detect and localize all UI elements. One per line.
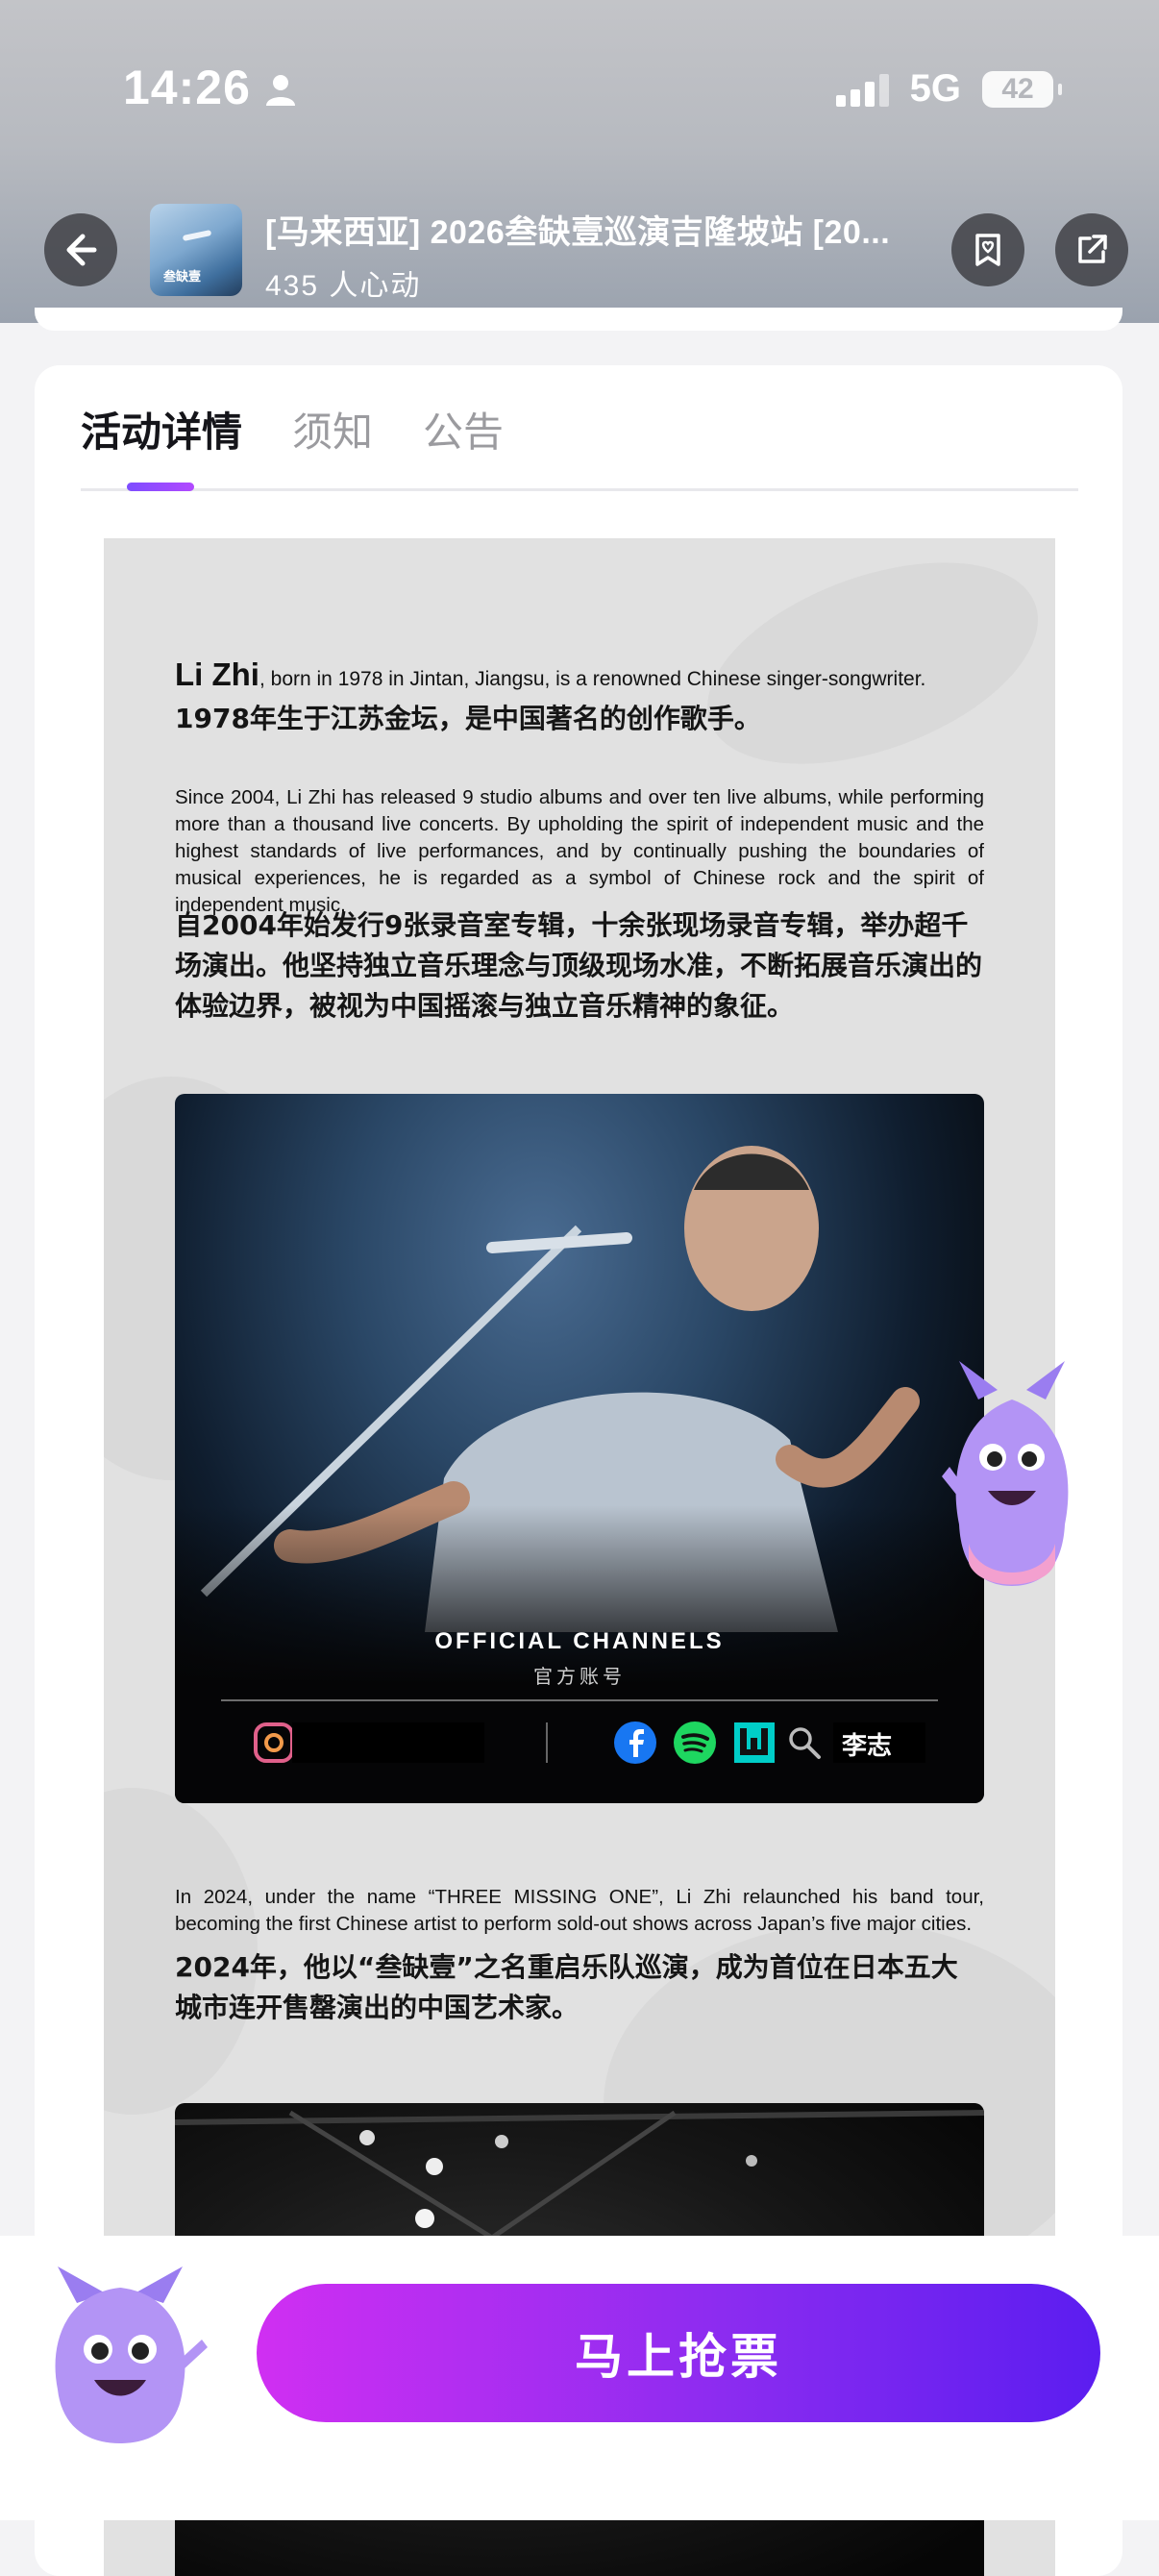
artist-photo: OFFICIAL CHANNELS 官方账号 李志 — [175, 1094, 984, 1803]
search-artist-name: 李志 — [842, 1732, 893, 1761]
search-icon[interactable] — [786, 1724, 823, 1766]
battery-icon: 42 — [982, 70, 1062, 108]
interest-count: 435 人心动 — [265, 270, 422, 302]
bio-cn-paragraph: 自2004年始发行9张录音室专辑，十余张现场录音专辑，举办超千场演出。他坚持独立… — [175, 909, 983, 1022]
redacted-account — [292, 1722, 484, 1763]
intro-cn: 1978年生于江苏金坛，是中国著名的创作歌手。 — [175, 703, 761, 734]
event-title: [马来西亚] 2026叁缺壹巡演吉隆坡站 [20... — [265, 214, 891, 251]
person-icon — [263, 73, 298, 112]
bandsintown-icon[interactable] — [732, 1721, 777, 1770]
battery-level: 42 — [1001, 72, 1034, 105]
signal-icon — [835, 72, 889, 107]
event-thumbnail[interactable]: 叁缺壹 — [150, 204, 242, 296]
bio-en-paragraph: Since 2004, Li Zhi has released 9 studio… — [175, 786, 984, 916]
top-header: 14:26 5G 42 叁缺壹 [马来西亚] 2026叁缺壹巡演吉隆坡站 [20… — [0, 0, 1159, 323]
mascot-floating[interactable] — [940, 1361, 1084, 1600]
intro-block: Li Zhi, born in 1978 in Jintan, Jiangsu,… — [175, 658, 984, 739]
tab-bar: 活动详情 须知 公告 — [81, 400, 504, 458]
back-arrow-icon — [66, 234, 97, 266]
channels-separator — [546, 1722, 548, 1763]
intro-en: , born in 1978 in Jintan, Jiangsu, is a … — [259, 668, 926, 690]
mascot-icon[interactable] — [38, 2265, 211, 2452]
status-indicators: 5G 42 — [835, 67, 1062, 111]
channels-subtitle: 官方账号 — [533, 1667, 626, 1688]
tab-divider — [81, 488, 1078, 491]
channels-divider — [221, 1699, 938, 1701]
status-time: 14:26 — [123, 61, 251, 114]
tour-cn-paragraph: 2024年，他以“叁缺壹”之名重启乐队巡演，成为首位在日本五大城市连开售罄演出的… — [175, 1951, 958, 2023]
favorite-button[interactable] — [951, 213, 1024, 286]
bottom-action-bar: 马上抢票 — [0, 2236, 1159, 2520]
buy-ticket-button[interactable]: 马上抢票 — [257, 2284, 1100, 2422]
instagram-icon[interactable] — [252, 1721, 296, 1770]
artist-name: Li Zhi — [175, 656, 259, 692]
back-button[interactable] — [44, 213, 117, 286]
spotify-icon[interactable] — [673, 1721, 717, 1770]
previous-card-edge — [35, 308, 1122, 331]
thumbnail-label: 叁缺壹 — [163, 269, 202, 284]
tour-en-paragraph: In 2024, under the name “THREE MISSING O… — [175, 1886, 984, 1935]
facebook-icon[interactable] — [613, 1721, 657, 1770]
channels-title: OFFICIAL CHANNELS — [434, 1628, 725, 1654]
tab-active-indicator — [127, 483, 194, 491]
tab-activity-details[interactable]: 活动详情 — [81, 400, 242, 458]
tab-announcement[interactable]: 公告 — [423, 400, 504, 458]
channels-row: 李志 — [252, 1719, 925, 1770]
network-label: 5G — [909, 67, 961, 110]
tab-notice[interactable]: 须知 — [292, 400, 373, 458]
share-icon — [1078, 235, 1107, 263]
bookmark-heart-icon — [975, 234, 1000, 266]
share-button[interactable] — [1055, 213, 1128, 286]
